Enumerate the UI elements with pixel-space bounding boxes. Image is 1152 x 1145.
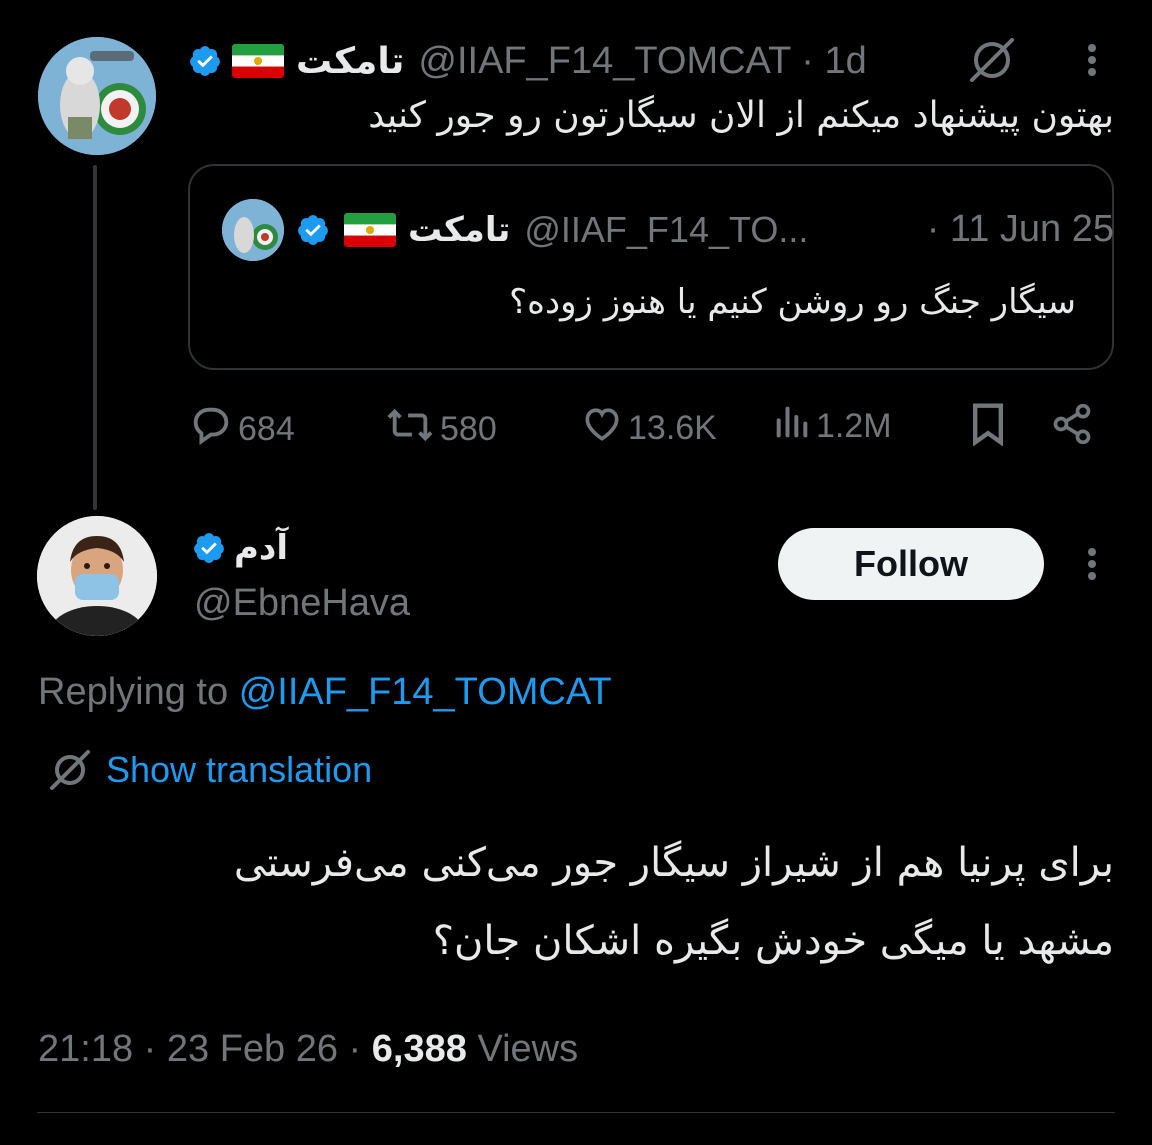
avatar[interactable] — [37, 516, 157, 636]
quoted-author-handle: @IIAF_F14_TO... — [524, 209, 809, 250]
author-name[interactable]: آدم — [234, 528, 288, 568]
retweet-icon — [384, 402, 440, 457]
tweet-meta: 21:18 · 23 Feb 26 · 6,388 Views — [38, 1028, 578, 1071]
bookmark-icon — [968, 402, 1012, 455]
tweet-text-line-1: برای پرنیا هم از شیراز سیگار جور می‌کنی … — [233, 840, 1114, 886]
bookmark-button[interactable] — [968, 402, 1012, 455]
views-count: 1.2M — [816, 407, 892, 445]
action-bar: 684 580 13.6K 1.2M — [188, 402, 1098, 452]
verified-icon — [192, 531, 226, 565]
avatar[interactable] — [38, 37, 156, 155]
quoted-avatar — [222, 199, 284, 261]
quoted-author-name: تامکت — [408, 210, 511, 250]
replying-to: Replying to @IIAF_F14_TOMCAT — [38, 671, 612, 714]
reply-icon — [188, 402, 238, 457]
tomcat-avatar-image — [38, 37, 156, 155]
more-icon[interactable] — [1077, 40, 1107, 80]
quoted-tweet[interactable] — [188, 164, 1114, 370]
verified-icon — [188, 44, 222, 78]
show-translation-label: Show translation — [106, 749, 373, 790]
author-handle[interactable]: @IIAF_F14_TOMCAT — [418, 40, 791, 83]
follow-button[interactable]: Follow — [778, 528, 1044, 600]
share-icon — [1050, 402, 1098, 455]
translate-icon — [48, 748, 92, 792]
like-button[interactable]: 13.6K — [580, 402, 717, 455]
like-icon — [580, 402, 628, 455]
tweet-time[interactable]: · 1d — [801, 40, 866, 83]
author-name[interactable]: تامکت — [296, 41, 404, 82]
iran-lion-sun-flag-icon — [344, 213, 396, 247]
tweet-text: بهتون پیشنهاد میکنم از الان سیگارتون رو … — [368, 95, 1114, 136]
more-icon[interactable] — [1077, 544, 1107, 584]
author-handle[interactable]: @EbneHava — [194, 582, 410, 625]
divider — [37, 1112, 1115, 1113]
views-icon — [772, 402, 816, 451]
tweet-timestamp[interactable]: 21:18 · 23 Feb 26 · — [38, 1028, 361, 1070]
verified-icon — [296, 213, 330, 247]
retweet-button[interactable]: 580 — [384, 402, 497, 457]
iran-lion-sun-flag-icon — [232, 44, 284, 78]
grok-icon[interactable] — [966, 36, 1018, 88]
show-translation-link[interactable]: Show translation — [48, 748, 372, 792]
views-label: Views — [477, 1028, 579, 1070]
views-button[interactable]: 1.2M — [772, 402, 892, 451]
tweet-text-line-2: مشهد یا میگی خودش بگیره اشکان جان؟ — [432, 918, 1114, 964]
retweet-count: 580 — [440, 410, 497, 448]
share-button[interactable] — [1050, 402, 1098, 455]
replying-to-handle[interactable]: @IIAF_F14_TOMCAT — [239, 671, 612, 713]
reply-count: 684 — [238, 410, 295, 448]
quoted-tweet-text: سیگار جنگ رو روشن کنیم یا هنوز زوده؟ — [509, 282, 1076, 322]
replying-to-label: Replying to — [38, 671, 229, 713]
thread-line — [93, 165, 97, 510]
child-avatar-image — [37, 516, 157, 636]
reply-button[interactable]: 684 — [188, 402, 295, 457]
views-count: 6,388 — [371, 1028, 467, 1070]
quoted-tweet-time: · 11 Jun 25 — [926, 208, 1114, 250]
like-count: 13.6K — [628, 409, 717, 447]
